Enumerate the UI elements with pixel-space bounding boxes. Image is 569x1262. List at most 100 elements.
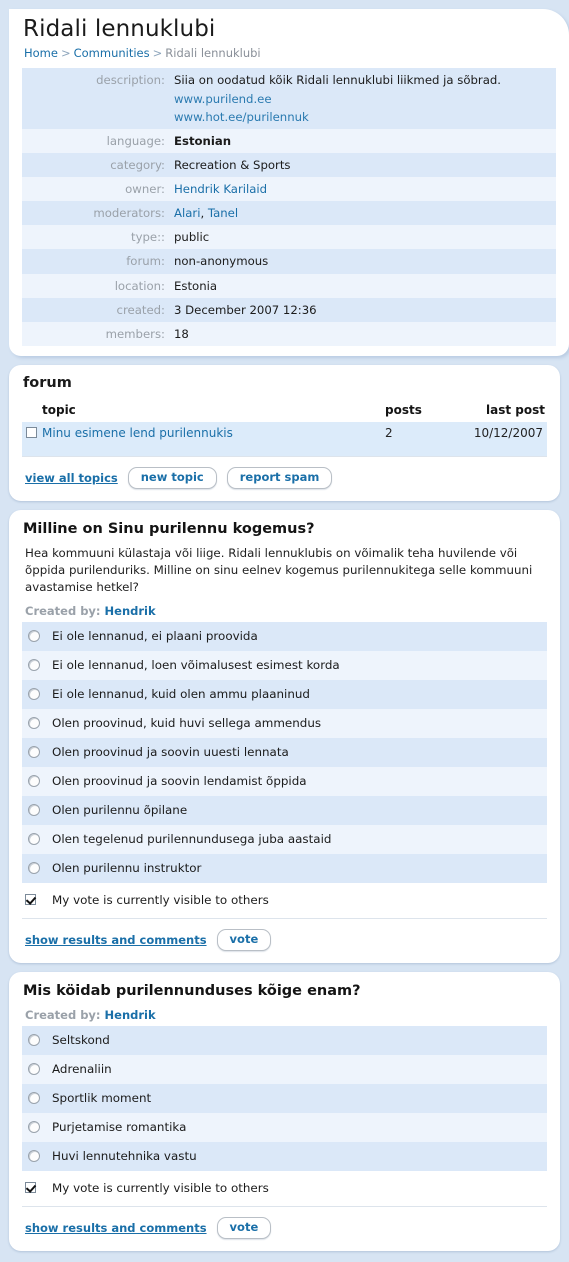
poll-author-link[interactable]: Hendrik (105, 604, 156, 618)
radio-icon[interactable] (28, 1034, 40, 1047)
poll-option-label: Ei ole lennanud, ei plaani proovida (52, 629, 258, 644)
breadcrumb-separator: > (60, 46, 71, 61)
radio-icon[interactable] (28, 1092, 40, 1105)
poll-option[interactable]: Ei ole lennanud, kuid olen ammu plaaninu… (22, 679, 547, 709)
radio-icon[interactable] (28, 862, 40, 875)
breadcrumb-link-home[interactable]: Home (24, 46, 58, 60)
description-link-purilend[interactable]: www.purilend.ee (174, 90, 548, 108)
detail-label: members: (105, 326, 165, 341)
show-results-link[interactable]: show results and comments (25, 1221, 207, 1235)
poll-option[interactable]: Olen tegelenud purilennundusega juba aas… (22, 824, 547, 854)
poll-option[interactable]: Huvi lennutehnika vastu (22, 1141, 547, 1171)
radio-icon[interactable] (28, 746, 40, 759)
detail-value: Siia on oodatud kõik Ridali lennuklubi l… (174, 68, 556, 128)
poll-panel-2: Mis köidab purilennunduses kõige enam? C… (9, 971, 560, 1252)
poll-options-2: Seltskond Adrenaliin Sportlik moment Pur… (22, 1025, 547, 1171)
column-header-topic: topic (42, 402, 76, 417)
poll-option[interactable]: Seltskond (22, 1025, 547, 1055)
last-post-cell: 10/12/2007 (473, 425, 543, 440)
show-results-link[interactable]: show results and comments (25, 933, 207, 947)
detail-value: Estonia (174, 278, 218, 293)
view-all-topics-link[interactable]: view all topics (25, 471, 118, 485)
detail-value: 3 December 2007 12:36 (174, 302, 317, 317)
forum-heading: forum (23, 374, 72, 391)
table-row: Minu esimene lend purilennukis 2 10/12/2… (22, 421, 547, 456)
detail-row-moderators: moderators: Alari, Tanel (22, 201, 556, 226)
poll-option[interactable]: Purjetamise romantika (22, 1112, 547, 1142)
detail-row-language: language: Estonian (22, 128, 556, 153)
poll-option-label: Olen proovinud ja soovin lendamist õppid… (52, 774, 307, 789)
poll-option-label: Huvi lennutehnika vastu (52, 1149, 197, 1164)
poll-option[interactable]: Ei ole lennanud, loen võimalusest esimes… (22, 650, 547, 680)
vote-visibility-label: My vote is currently visible to others (52, 1180, 269, 1195)
poll-option-label: Olen proovinud ja soovin uuesti lennata (52, 745, 289, 760)
detail-label: forum: (126, 254, 165, 269)
page-root: Ridali lennuklubi Home > Communities > Ridal… (0, 9, 569, 1252)
poll-option-label: Ei ole lennanud, kuid olen ammu plaaninu… (52, 687, 310, 702)
detail-label: type:: (131, 230, 165, 245)
moderator-link-alari[interactable]: Alari (174, 206, 200, 220)
detail-row-members: members: 18 (22, 321, 556, 346)
poll-option[interactable]: Adrenaliin (22, 1054, 547, 1084)
forum-table-header-row: topic posts last post (22, 401, 547, 422)
radio-icon[interactable] (28, 717, 40, 730)
poll-title: Mis köidab purilennunduses kõige enam? (23, 982, 361, 999)
detail-label: category: (110, 157, 165, 172)
poll-option-label: Sportlik moment (52, 1091, 152, 1106)
poll-actions-2: show results and comments vote (9, 1207, 560, 1251)
radio-icon[interactable] (28, 1150, 40, 1163)
poll-panel-1: Milline on Sinu purilennu kogemus? Hea k… (9, 510, 560, 963)
poll-option-label: Olen proovinud, kuid huvi sellega ammend… (52, 716, 322, 731)
topic-link[interactable]: Minu esimene lend purilennukis (42, 426, 233, 440)
detail-row-category: category: Recreation & Sports (22, 152, 556, 178)
poll-created-by: Created by: Hendrik (9, 1000, 560, 1026)
detail-label: created: (116, 302, 165, 317)
report-spam-button[interactable]: report spam (226, 466, 333, 490)
moderator-link-tanel[interactable]: Tanel (208, 206, 238, 220)
poll-option[interactable]: Olen purilennu instruktor (22, 853, 547, 883)
breadcrumb-link-communities[interactable]: Communities (74, 46, 150, 60)
vote-visibility-label: My vote is currently visible to others (52, 892, 269, 907)
radio-icon[interactable] (28, 804, 40, 817)
breadcrumb-separator: > (152, 46, 163, 61)
vote-visibility-row: My vote is currently visible to others (9, 1171, 560, 1206)
vote-visibility-checkbox[interactable] (25, 1182, 36, 1194)
new-topic-button[interactable]: new topic (127, 466, 217, 490)
forum-topics-table: topic posts last post Minu esimene lend … (22, 401, 547, 456)
forum-actions: view all topics new topic report spam (9, 457, 560, 501)
description-link-hot-ee[interactable]: www.hot.ee/purilennuk (174, 108, 548, 126)
poll-option[interactable]: Olen proovinud ja soovin lendamist õppid… (22, 766, 547, 796)
detail-value: Estonian (174, 133, 232, 148)
poll-option-label: Olen tegelenud purilennundusega juba aas… (52, 832, 332, 847)
poll-actions-1: show results and comments vote (9, 919, 560, 963)
radio-icon[interactable] (28, 1121, 40, 1134)
poll-option[interactable]: Olen purilennu õpilane (22, 795, 547, 825)
radio-icon[interactable] (28, 630, 40, 643)
radio-icon[interactable] (28, 775, 40, 788)
poll-option[interactable]: Sportlik moment (22, 1083, 547, 1113)
poll-created-by: Created by: Hendrik (9, 596, 560, 622)
detail-row-type: type:: public (22, 225, 556, 250)
poll-author-link[interactable]: Hendrik (105, 1008, 156, 1022)
forum-panel: forum topic posts last post Minu esimene… (9, 364, 560, 502)
detail-label: moderators: (93, 206, 165, 221)
detail-row-created: created: 3 December 2007 12:36 (22, 297, 556, 322)
vote-button[interactable]: vote (216, 1216, 272, 1240)
vote-visibility-checkbox[interactable] (25, 894, 36, 906)
poll-option[interactable]: Olen proovinud ja soovin uuesti lennata (22, 737, 547, 767)
radio-icon[interactable] (28, 1063, 40, 1076)
breadcrumb-current: Ridali lennuklubi (165, 46, 261, 61)
owner-link[interactable]: Hendrik Karilaid (174, 182, 267, 196)
radio-icon[interactable] (28, 688, 40, 701)
vote-button[interactable]: vote (216, 928, 272, 951)
radio-icon[interactable] (28, 833, 40, 846)
detail-label: language: (106, 133, 165, 148)
radio-icon[interactable] (28, 659, 40, 672)
poll-option-label: Olen purilennu instruktor (52, 861, 202, 876)
detail-value: non-anonymous (174, 254, 269, 269)
detail-value: public (174, 230, 210, 245)
poll-option[interactable]: Ei ole lennanud, ei plaani proovida (22, 621, 547, 651)
topic-select-checkbox[interactable] (26, 426, 37, 438)
poll-title: Milline on Sinu purilennu kogemus? (23, 521, 315, 538)
poll-option[interactable]: Olen proovinud, kuid huvi sellega ammend… (22, 708, 547, 738)
